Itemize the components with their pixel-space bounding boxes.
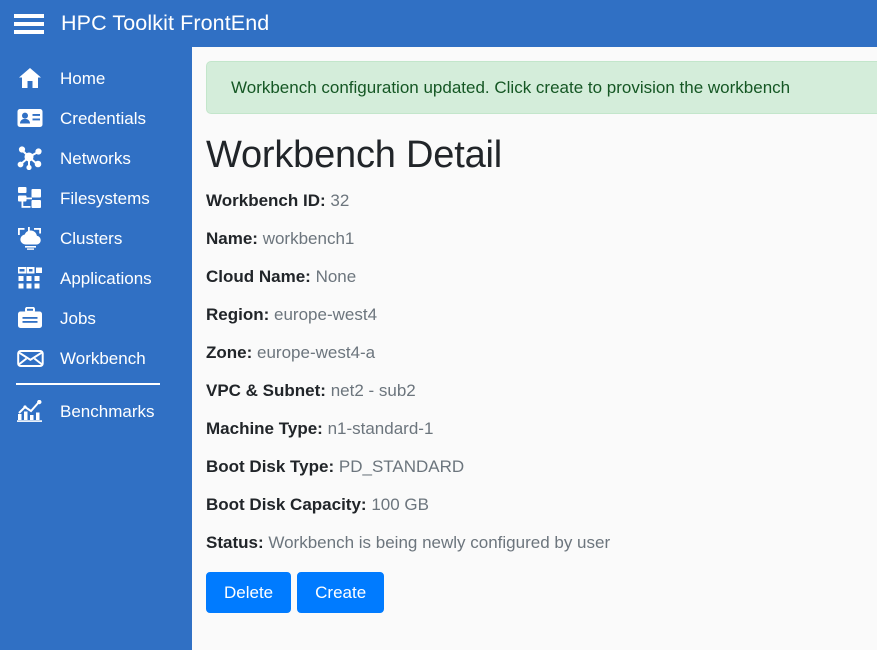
sidebar-item-clusters[interactable]: Clusters: [0, 218, 192, 258]
alert-message: Workbench configuration updated. Click c…: [231, 77, 791, 97]
detail-value: None: [315, 266, 357, 286]
detail-label: Boot Disk Capacity:: [206, 494, 367, 514]
apps-grid-icon: [16, 265, 44, 291]
hamburger-menu-icon[interactable]: [14, 12, 44, 36]
detail-row-zone: Zone: europe-west4-a: [206, 344, 877, 361]
sidebar-item-home[interactable]: Home: [0, 58, 192, 98]
hamburger-bar: [14, 29, 44, 34]
detail-row-workbench-id: Workbench ID: 32: [206, 192, 877, 209]
detail-value: Workbench is being newly configured by u…: [268, 532, 611, 552]
detail-label: Zone:: [206, 342, 253, 362]
hamburger-bar: [14, 21, 44, 26]
detail-row-boot-disk-type: Boot Disk Type: PD_STANDARD: [206, 458, 877, 475]
detail-value: 32: [330, 190, 350, 210]
cluster-cloud-icon: [16, 225, 44, 251]
sidebar-item-label: Home: [60, 68, 106, 88]
detail-value: net2 - sub2: [330, 380, 416, 400]
id-card-icon: [16, 105, 44, 131]
detail-row-machine-type: Machine Type: n1-standard-1: [206, 420, 877, 437]
delete-button[interactable]: Delete: [206, 571, 292, 613]
detail-label: Name:: [206, 228, 258, 248]
sidebar-item-workbench[interactable]: Workbench: [0, 338, 192, 378]
sidebar-item-label: Applications: [60, 268, 152, 288]
sidebar-item-jobs[interactable]: Jobs: [0, 298, 192, 338]
detail-row-boot-disk-capacity: Boot Disk Capacity: 100 GB: [206, 496, 877, 513]
envelope-icon: [16, 345, 44, 371]
sidebar-item-label: Jobs: [60, 308, 96, 328]
network-nodes-icon: [16, 145, 44, 171]
detail-label: Region:: [206, 304, 270, 324]
status-alert-banner: Workbench configuration updated. Click c…: [206, 61, 877, 114]
detail-row-cloud-name: Cloud Name: None: [206, 268, 877, 285]
detail-label: Boot Disk Type:: [206, 456, 335, 476]
sidebar-nav: Home Credentials Networks Filesystems Cl…: [0, 47, 192, 650]
detail-value: PD_STANDARD: [338, 456, 465, 476]
sidebar-item-filesystems[interactable]: Filesystems: [0, 178, 192, 218]
hamburger-bar: [14, 13, 44, 18]
sidebar-item-label: Workbench: [60, 348, 146, 368]
workbench-detail-list: Workbench ID: 32 Name: workbench1 Cloud …: [206, 192, 877, 551]
detail-value: europe-west4-a: [257, 342, 376, 362]
detail-label: Status:: [206, 532, 264, 552]
sidebar-item-label: Credentials: [60, 108, 146, 128]
top-navbar: HPC Toolkit FrontEnd: [0, 0, 877, 47]
detail-value: workbench1: [262, 228, 355, 248]
main-content: Workbench configuration updated. Click c…: [192, 47, 877, 650]
detail-row-name: Name: workbench1: [206, 230, 877, 247]
detail-label: Workbench ID:: [206, 190, 326, 210]
brand-title: HPC Toolkit FrontEnd: [61, 10, 270, 35]
detail-label: Machine Type:: [206, 418, 323, 438]
sidebar-item-label: Benchmarks: [60, 401, 155, 421]
detail-label: Cloud Name:: [206, 266, 311, 286]
create-button[interactable]: Create: [297, 571, 385, 613]
servers-icon: [16, 185, 44, 211]
detail-row-region: Region: europe-west4: [206, 306, 877, 323]
briefcase-icon: [16, 305, 44, 331]
detail-value: europe-west4: [274, 304, 378, 324]
app-shell: HPC Toolkit FrontEnd Home Credentials Ne…: [0, 0, 877, 650]
sidebar-item-label: Filesystems: [60, 188, 150, 208]
action-bar: Delete Create: [206, 571, 877, 613]
sidebar-item-label: Clusters: [60, 228, 123, 248]
detail-value: n1-standard-1: [327, 418, 434, 438]
sidebar-item-networks[interactable]: Networks: [0, 138, 192, 178]
detail-value: 100 GB: [371, 494, 429, 514]
page-title: Workbench Detail: [206, 134, 503, 176]
sidebar-divider: [16, 383, 160, 385]
detail-row-status: Status: Workbench is being newly configu…: [206, 534, 877, 551]
detail-row-vpc-subnet: VPC & Subnet: net2 - sub2: [206, 382, 877, 399]
sidebar-item-benchmarks[interactable]: Benchmarks: [0, 391, 192, 431]
sidebar-item-label: Networks: [60, 148, 131, 168]
sidebar-item-credentials[interactable]: Credentials: [0, 98, 192, 138]
sidebar-item-applications[interactable]: Applications: [0, 258, 192, 298]
detail-label: VPC & Subnet:: [206, 380, 326, 400]
home-icon: [16, 65, 44, 91]
chart-line-icon: [16, 398, 44, 424]
